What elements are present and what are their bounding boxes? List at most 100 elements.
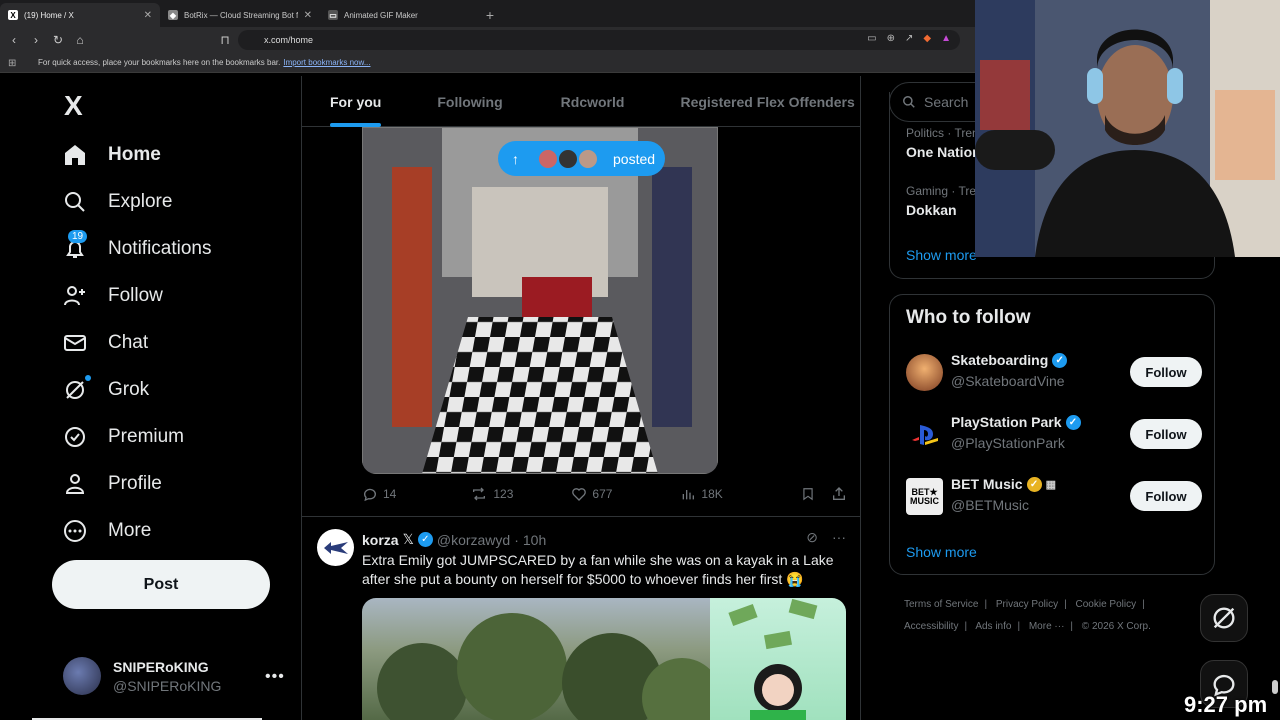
avatar [537, 147, 559, 170]
heart-icon [572, 488, 587, 501]
footer-link[interactable]: Accessibility [904, 621, 958, 632]
author-handle[interactable]: @korzawyd [437, 532, 510, 548]
follow-button[interactable]: Follow [1130, 481, 1202, 511]
avatar[interactable] [317, 529, 354, 566]
import-bookmarks-link[interactable]: Import bookmarks now... [283, 58, 370, 67]
forward-icon[interactable]: › [30, 33, 42, 47]
left-sidebar: X Home Explore 19 Notifications Follow C… [0, 76, 302, 720]
like-button[interactable]: 677 [571, 486, 612, 502]
nav-label: Notifications [108, 238, 212, 259]
reply-count: 14 [383, 487, 397, 501]
trend-item[interactable]: Dokkan [906, 202, 957, 218]
follow-suggestion[interactable]: PlayStation Park ✓ @PlayStationPark Follo… [906, 414, 1202, 456]
close-tab-icon[interactable]: ✕ [304, 10, 312, 21]
show-more-link[interactable]: Show more [906, 247, 977, 263]
tweet-tools: ⊘ ··· [806, 529, 846, 546]
new-posts-pill[interactable]: ↑ posted [498, 141, 665, 176]
tweet-actions: 14 123 677 18K [362, 486, 847, 502]
show-more-link[interactable]: Show more [906, 544, 977, 560]
tab-registered-flex-offenders[interactable]: Registered Flex Offenders [680, 76, 854, 127]
avatar [557, 147, 579, 170]
account-handle: @SNIPERoKING [113, 677, 222, 694]
footer-link[interactable]: Privacy Policy [996, 599, 1058, 610]
screen-icon[interactable]: ▭ [867, 33, 876, 44]
post-button[interactable]: Post [52, 560, 270, 609]
tab-rdcworld[interactable]: Rdcworld [561, 76, 625, 127]
streamer-camera-image [975, 0, 1280, 257]
share-icon [833, 487, 845, 500]
tweet-text: Extra Emily got JUMPSCARED by a fan whil… [362, 552, 834, 587]
tab-title: BotRix — Cloud Streaming Bot for Tw [184, 10, 298, 20]
bookmark-icon[interactable]: ⊓ [219, 33, 231, 47]
apps-grid-icon[interactable]: ⊞ [8, 58, 16, 69]
browser-tab-gif[interactable]: ▭ Animated GIF Maker [320, 3, 480, 27]
tab-for-you[interactable]: For you [330, 76, 382, 127]
views-button[interactable]: 18K [680, 486, 723, 502]
browser-tab-strip: X (19) Home / X ✕ ◆ BotRix — Cloud Strea… [0, 0, 975, 27]
reload-icon[interactable]: ↻ [52, 33, 64, 47]
brave-shield-icon[interactable]: ◆ [923, 33, 931, 44]
grok-fab-button[interactable] [1200, 594, 1248, 642]
back-icon[interactable]: ‹ [8, 33, 20, 47]
nav-label: Premium [108, 426, 185, 447]
follow-button[interactable]: Follow [1130, 357, 1202, 387]
trend-meta: Gaming · Tren [906, 184, 983, 198]
verified-badge-icon: ✓ [1052, 352, 1068, 368]
tab-label: For you [330, 93, 382, 110]
suggestion-handle: @SkateboardVine [951, 373, 1065, 389]
bookmark-button[interactable] [801, 486, 815, 502]
rewards-icon[interactable]: ▲ [941, 33, 951, 44]
tweet-time[interactable]: 10h [523, 532, 546, 548]
nav-follow[interactable]: Follow [62, 276, 163, 316]
author-name[interactable]: korza [362, 532, 399, 548]
grok-icon[interactable]: ⊘ [806, 529, 818, 546]
nav-profile[interactable]: Profile [62, 464, 162, 504]
share-button[interactable] [831, 486, 847, 502]
zoom-icon[interactable]: ⊕ [887, 33, 895, 44]
repost-count: 123 [493, 487, 514, 501]
x-favicon-icon: X [8, 10, 18, 20]
who-to-follow-panel: Who to follow Skateboarding ✓ @Skateboard… [889, 294, 1215, 575]
close-tab-icon[interactable]: ✕ [144, 10, 152, 21]
follow-suggestion[interactable]: BET★ MUSIC BET Music ✓ ▦ @BETMusic Follow [906, 476, 1202, 518]
nav-explore[interactable]: Explore [62, 182, 172, 222]
gold-verified-badge-icon: ✓ [1026, 476, 1042, 492]
tweet-media[interactable] [362, 598, 846, 720]
tweet-photo[interactable] [362, 127, 718, 474]
follow-button[interactable]: Follow [1130, 419, 1202, 449]
account-switcher[interactable]: SNIPERoKING @SNIPERoKING [63, 657, 221, 695]
bookmarks-hint: For quick access, place your bookmarks h… [38, 58, 281, 67]
new-tab-button[interactable]: + [480, 3, 500, 27]
home-icon[interactable]: ⌂ [74, 33, 86, 47]
footer-link[interactable]: Terms of Service [904, 599, 978, 610]
account-more-icon[interactable]: ••• [265, 668, 285, 686]
reply-button[interactable]: 14 [362, 486, 396, 502]
nav-home[interactable]: Home [62, 135, 161, 175]
nav-notifications[interactable]: 19 Notifications [62, 229, 212, 269]
more-icon[interactable]: ··· [832, 529, 846, 546]
nav-grok[interactable]: Grok [62, 370, 149, 410]
url-input[interactable]: x.com/home [238, 30, 960, 50]
page-scrollbar[interactable] [1272, 680, 1278, 694]
tab-following[interactable]: Following [437, 76, 502, 127]
nav-label: Chat [108, 332, 149, 353]
tab-label: Rdcworld [560, 93, 625, 110]
copyright: © 2026 X Corp. [1081, 621, 1151, 632]
footer-link[interactable]: More ··· [1029, 621, 1065, 632]
follow-suggestion[interactable]: Skateboarding ✓ @SkateboardVine Follow [906, 352, 1202, 394]
repost-button[interactable]: 123 [470, 486, 513, 502]
search-placeholder: Search [924, 94, 969, 110]
footer-link[interactable]: Ads info [975, 621, 1011, 632]
nav-chat[interactable]: Chat [62, 323, 148, 363]
nav-more[interactable]: More [62, 511, 151, 551]
nav-premium[interactable]: Premium [62, 417, 184, 457]
browser-tab-botrix[interactable]: ◆ BotRix — Cloud Streaming Bot for Tw ✕ [160, 3, 320, 27]
trend-meta: Politics · Tren [906, 126, 979, 140]
browser-tab-x[interactable]: X (19) Home / X ✕ [0, 3, 160, 27]
share-icon[interactable]: ↗ [905, 33, 913, 44]
x-logo-icon[interactable]: X [64, 90, 83, 122]
arrow-up-icon: ↑ [512, 150, 519, 167]
trend-item[interactable]: One Nation [906, 144, 981, 160]
footer-link[interactable]: Cookie Policy [1076, 599, 1137, 610]
person-icon [62, 471, 88, 497]
